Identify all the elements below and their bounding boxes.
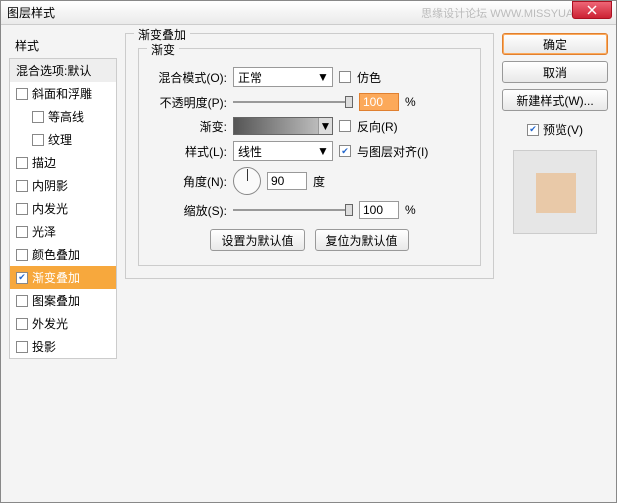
close-button[interactable]: [572, 1, 612, 19]
style-item[interactable]: 外发光: [10, 312, 116, 335]
chevron-down-icon: ▼: [318, 118, 332, 134]
dither-checkbox[interactable]: [339, 71, 351, 83]
action-buttons: 确定 取消 新建样式(W)... 预览(V): [502, 33, 608, 494]
style-item-label: 投影: [32, 338, 56, 355]
style-checkbox[interactable]: [16, 318, 28, 330]
style-label: 样式(L):: [149, 143, 227, 160]
style-item[interactable]: 颜色叠加: [10, 243, 116, 266]
angle-unit: 度: [313, 173, 325, 190]
style-item-label: 等高线: [48, 108, 84, 125]
style-item-label: 纹理: [48, 131, 72, 148]
reverse-label: 反向(R): [357, 118, 398, 135]
style-item[interactable]: 描边: [10, 151, 116, 174]
close-icon: [587, 5, 597, 15]
style-item[interactable]: 纹理: [10, 128, 116, 151]
style-checkbox[interactable]: [32, 134, 44, 146]
style-item-label: 渐变叠加: [32, 269, 80, 286]
gradient-picker[interactable]: ▼: [233, 117, 333, 135]
cancel-button[interactable]: 取消: [502, 61, 608, 83]
new-style-button[interactable]: 新建样式(W)...: [502, 89, 608, 111]
preview-thumbnail: [513, 150, 597, 234]
style-checkbox[interactable]: [16, 157, 28, 169]
style-item-label: 外发光: [32, 315, 68, 332]
styles-list: 混合选项:默认 斜面和浮雕等高线纹理描边内阴影内发光光泽颜色叠加渐变叠加图案叠加…: [9, 58, 117, 359]
angle-input[interactable]: [267, 172, 307, 190]
style-checkbox[interactable]: [16, 341, 28, 353]
style-item-label: 光泽: [32, 223, 56, 240]
gradient-subtitle: 渐变: [147, 41, 179, 58]
style-checkbox[interactable]: [32, 111, 44, 123]
style-checkbox[interactable]: [16, 226, 28, 238]
opacity-label: 不透明度(P):: [149, 94, 227, 111]
style-item-label: 斜面和浮雕: [32, 85, 92, 102]
style-checkbox[interactable]: [16, 203, 28, 215]
settings-panel: 渐变叠加 渐变 混合模式(O): 正常 ▼ 仿色 不透明度(P):: [125, 33, 494, 494]
chevron-down-icon: ▼: [316, 144, 330, 158]
angle-label: 角度(N):: [149, 173, 227, 190]
reverse-checkbox[interactable]: [339, 120, 351, 132]
style-item-label: 描边: [32, 154, 56, 171]
style-item[interactable]: 投影: [10, 335, 116, 358]
style-item-label: 颜色叠加: [32, 246, 80, 263]
gradient-overlay-group: 渐变叠加 渐变 混合模式(O): 正常 ▼ 仿色 不透明度(P):: [125, 33, 494, 279]
style-item[interactable]: 内阴影: [10, 174, 116, 197]
scale-label: 缩放(S):: [149, 202, 227, 219]
style-item[interactable]: 光泽: [10, 220, 116, 243]
styles-header: 样式: [9, 33, 117, 58]
align-checkbox[interactable]: [339, 145, 351, 157]
style-item-label: 图案叠加: [32, 292, 80, 309]
preview-checkbox[interactable]: [527, 124, 539, 136]
style-checkbox[interactable]: [16, 88, 28, 100]
opacity-input[interactable]: [359, 93, 399, 111]
chevron-down-icon: ▼: [316, 70, 330, 84]
style-checkbox[interactable]: [16, 295, 28, 307]
opacity-slider[interactable]: [233, 93, 353, 111]
style-item[interactable]: 内发光: [10, 197, 116, 220]
dither-label: 仿色: [357, 69, 381, 86]
blend-mode-select[interactable]: 正常 ▼: [233, 67, 333, 87]
style-item[interactable]: 渐变叠加: [10, 266, 116, 289]
gradient-label: 渐变:: [149, 118, 227, 135]
style-checkbox[interactable]: [16, 249, 28, 261]
gradient-group: 渐变 混合模式(O): 正常 ▼ 仿色 不透明度(P):: [138, 48, 481, 266]
style-checkbox[interactable]: [16, 272, 28, 284]
style-select[interactable]: 线性 ▼: [233, 141, 333, 161]
angle-dial[interactable]: [233, 167, 261, 195]
styles-sidebar: 样式 混合选项:默认 斜面和浮雕等高线纹理描边内阴影内发光光泽颜色叠加渐变叠加图…: [9, 33, 117, 494]
style-item[interactable]: 等高线: [10, 105, 116, 128]
preview-label: 预览(V): [543, 121, 583, 138]
scale-slider[interactable]: [233, 201, 353, 219]
style-item[interactable]: 斜面和浮雕: [10, 82, 116, 105]
reset-default-button[interactable]: 复位为默认值: [315, 229, 409, 251]
titlebar: 图层样式 思缘设计论坛 WWW.MISSYUAN.COM: [1, 1, 616, 25]
blend-mode-label: 混合模式(O):: [149, 69, 227, 86]
style-item[interactable]: 图案叠加: [10, 289, 116, 312]
window-title: 图层样式: [7, 4, 421, 21]
ok-button[interactable]: 确定: [502, 33, 608, 55]
style-checkbox[interactable]: [16, 180, 28, 192]
scale-input[interactable]: [359, 201, 399, 219]
layer-style-dialog: 图层样式 思缘设计论坛 WWW.MISSYUAN.COM 样式 混合选项:默认 …: [0, 0, 617, 503]
align-label: 与图层对齐(I): [357, 143, 428, 160]
style-item-label: 内阴影: [32, 177, 68, 194]
blending-options-header[interactable]: 混合选项:默认: [10, 59, 116, 82]
style-item-label: 内发光: [32, 200, 68, 217]
make-default-button[interactable]: 设置为默认值: [210, 229, 304, 251]
